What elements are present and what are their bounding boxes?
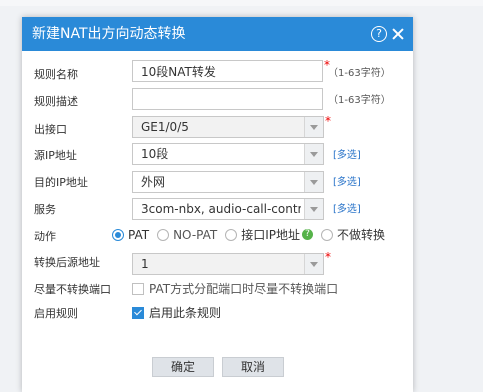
src-ip-label: 源IP地址 — [34, 149, 77, 162]
rule-name-label: 规则名称 — [34, 68, 78, 81]
rule-desc-label: 规则描述 — [34, 95, 78, 108]
radio-interface-ip[interactable]: 接口IP地址 ? — [225, 226, 314, 243]
radio-label: 不做转换 — [337, 228, 386, 242]
checkbox-text: PAT方式分配端口时尽量不转换端口 — [149, 282, 339, 296]
out-iface-label: 出接口 — [34, 123, 67, 136]
out-iface-value: GE1/0/5 — [141, 120, 189, 134]
chevron-down-icon[interactable] — [304, 144, 323, 164]
service-multi-select-link[interactable]: [多选] — [333, 200, 361, 215]
radio-label: 接口IP地址 — [241, 228, 301, 242]
required-marker: * — [325, 114, 331, 128]
dst-ip-multi-select-link[interactable]: [多选] — [333, 173, 361, 188]
radio-label: NO-PAT — [173, 227, 218, 242]
dialog-title: 新建NAT出方向动态转换 — [32, 26, 186, 42]
dialog-titlebar: 新建NAT出方向动态转换 ? — [22, 17, 413, 51]
dst-ip-value: 外网 — [141, 175, 166, 189]
rule-name-hint: （1-63字符） — [328, 68, 391, 79]
radio-indicator[interactable] — [157, 228, 170, 241]
question-tip-icon[interactable]: ? — [302, 229, 314, 240]
dst-ip-select[interactable]: 外网 — [132, 171, 324, 193]
checkbox-text: 启用此条规则 — [149, 306, 222, 320]
enable-label: 启用规则 — [34, 307, 78, 320]
checkbox-box[interactable] — [132, 282, 144, 295]
service-value: 3com-nbx, audio-call-control, bfd-c — [141, 202, 301, 216]
no-port-trans-label: 尽量不转换端口 — [34, 283, 111, 296]
rule-desc-hint: （1-63字符） — [328, 95, 391, 106]
titlebar-icons: ? — [371, 26, 405, 42]
enable-rule-checkbox[interactable]: 启用此条规则 — [132, 304, 221, 321]
src-ip-select[interactable]: 10段 — [132, 143, 324, 165]
chevron-down-icon[interactable] — [304, 117, 323, 137]
src-ip-value: 10段 — [141, 147, 169, 161]
nat-dialog: 新建NAT出方向动态转换 ? 规则名称 * （1-63字符） 规则描述 （1-6… — [22, 17, 413, 392]
out-iface-select[interactable]: GE1/0/5 — [132, 116, 324, 138]
service-label: 服务 — [34, 203, 56, 216]
no-port-trans-checkbox[interactable]: PAT方式分配端口时尽量不转换端口 — [132, 280, 338, 297]
chevron-down-icon[interactable] — [304, 199, 323, 219]
ok-button[interactable]: 确定 — [152, 357, 214, 377]
dst-ip-label: 目的IP地址 — [34, 176, 88, 189]
close-icon[interactable] — [391, 26, 405, 42]
radio-indicator[interactable] — [112, 228, 124, 241]
translated-src-label: 转换后源地址 — [34, 256, 100, 269]
radio-no-pat[interactable]: NO-PAT — [157, 228, 217, 242]
chevron-down-icon[interactable] — [304, 172, 323, 192]
help-icon[interactable]: ? — [371, 26, 387, 42]
translated-src-value: 1 — [141, 257, 149, 271]
radio-indicator[interactable] — [225, 228, 238, 241]
src-ip-multi-select-link[interactable]: [多选] — [333, 146, 361, 161]
radio-label: PAT — [128, 227, 150, 242]
action-radio-group: PAT NO-PAT 接口IP地址 ? 不做转换 — [112, 226, 393, 243]
service-select[interactable]: 3com-nbx, audio-call-control, bfd-c — [132, 198, 324, 220]
required-marker: * — [325, 250, 331, 264]
cancel-button[interactable]: 取消 — [222, 357, 284, 377]
action-label: 动作 — [34, 230, 56, 243]
radio-no-translate[interactable]: 不做转换 — [321, 226, 385, 243]
translated-src-select[interactable]: 1 — [132, 253, 324, 275]
rule-name-input[interactable] — [132, 60, 323, 82]
radio-pat[interactable]: PAT — [112, 228, 149, 242]
chevron-down-icon[interactable] — [304, 254, 323, 274]
background-page — [413, 6, 483, 392]
rule-desc-input[interactable] — [132, 88, 323, 110]
background-top-strip — [0, 0, 483, 6]
checkbox-box[interactable] — [132, 306, 144, 319]
radio-indicator[interactable] — [321, 228, 334, 241]
